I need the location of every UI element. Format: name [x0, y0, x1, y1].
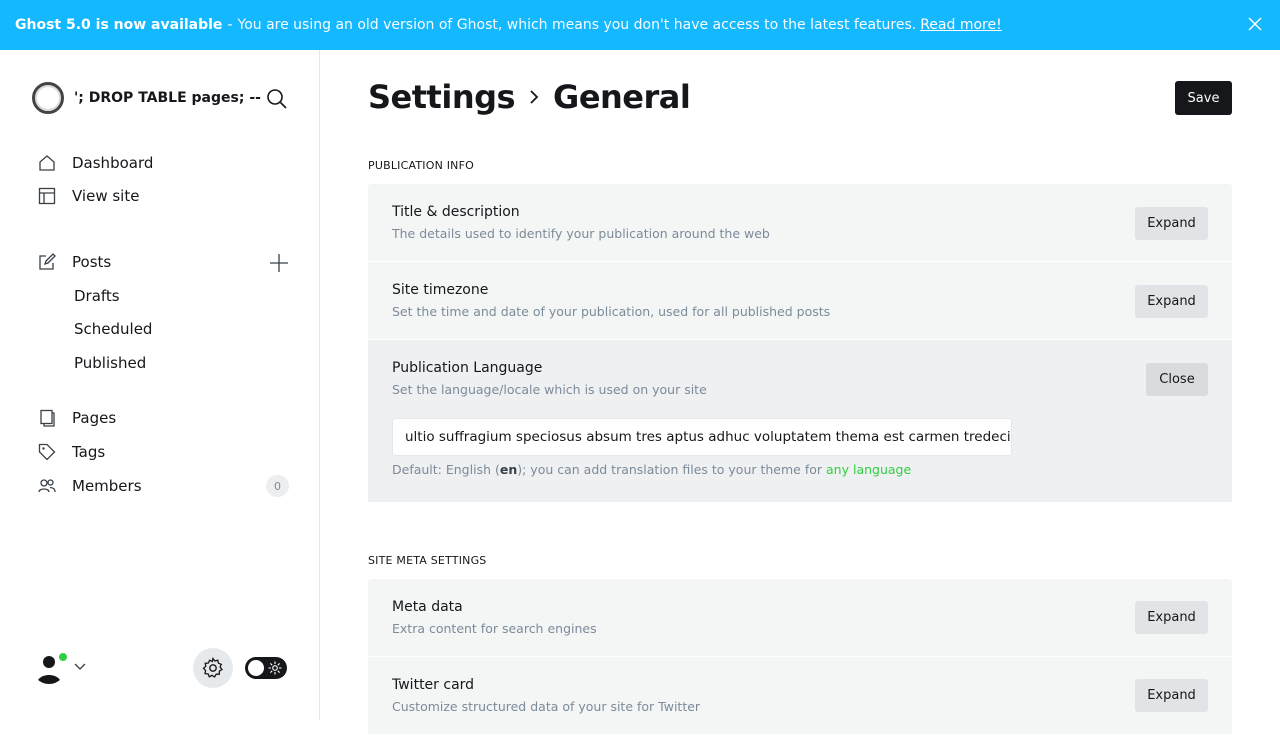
setting-description: Customize structured data of your site f… — [392, 699, 701, 714]
home-icon — [39, 155, 55, 171]
dark-mode-toggle[interactable] — [245, 657, 287, 679]
site-brand[interactable]: '; DROP TABLE pages; -- — [32, 82, 261, 114]
setting-description: Set the time and date of your publicatio… — [392, 304, 831, 319]
setting-title: Site timezone — [392, 282, 489, 298]
close-icon[interactable] — [1248, 17, 1262, 31]
page-title: General — [553, 78, 691, 116]
setting-description: Extra content for search engines — [392, 621, 597, 636]
expand-button[interactable]: Expand — [1135, 679, 1208, 712]
online-status-dot — [58, 652, 68, 662]
sidebar-item-label: Posts — [72, 253, 112, 271]
search-icon[interactable] — [266, 88, 288, 110]
chevron-down-icon[interactable] — [74, 660, 86, 672]
sun-icon — [268, 661, 282, 675]
hint-suffix: ); you can add translation files to your… — [517, 462, 823, 477]
setting-row-title-description: Title & description The details used to … — [368, 184, 1232, 262]
settings-main: Settings General Save PUBLICATION INFO T… — [368, 50, 1232, 735]
publication-info-panel: Title & description The details used to … — [368, 184, 1232, 502]
section-title-publication-info: PUBLICATION INFO — [368, 159, 474, 172]
sidebar-item-label: Tags — [72, 443, 106, 461]
sidebar-item-scheduled[interactable]: Scheduled — [74, 320, 152, 338]
setting-title: Title & description — [392, 204, 520, 220]
setting-title: Publication Language — [392, 360, 543, 376]
sidebar-item-posts[interactable]: Posts — [38, 253, 111, 271]
language-hint: Default: English (en); you can add trans… — [392, 462, 911, 477]
sidebar-item-label: Pages — [72, 409, 117, 427]
banner-read-more-link[interactable]: Read more! — [920, 17, 1002, 33]
sidebar-item-view-site[interactable]: View site — [38, 187, 139, 205]
banner-message: You are using an old version of Ghost, w… — [237, 17, 917, 33]
expand-button[interactable]: Expand — [1135, 601, 1208, 634]
sidebar-item-label: Dashboard — [72, 154, 154, 172]
banner-separator: - — [227, 17, 233, 33]
hint-code: en — [499, 462, 518, 477]
any-language-link[interactable]: any language — [826, 462, 911, 477]
members-icon — [38, 479, 56, 493]
gear-icon — [202, 657, 223, 678]
save-button[interactable]: Save — [1175, 81, 1232, 115]
hint-prefix: Default: English ( — [392, 462, 500, 477]
site-meta-panel: Meta data Extra content for search engin… — [368, 579, 1232, 735]
layout-icon — [38, 187, 56, 205]
update-banner: Ghost 5.0 is now available - You are usi… — [0, 0, 1280, 50]
sidebar-item-label: Members — [72, 477, 142, 495]
setting-description: The details used to identify your public… — [392, 226, 770, 241]
sidebar-item-members[interactable]: Members — [38, 477, 142, 495]
sidebar-item-pages[interactable]: Pages — [38, 409, 116, 427]
section-title-site-meta: SITE META SETTINGS — [368, 554, 487, 567]
setting-title: Twitter card — [392, 677, 475, 693]
setting-description: Set the language/locale which is used on… — [392, 382, 707, 397]
edit-icon — [39, 253, 56, 270]
toggle-knob — [248, 660, 264, 676]
publication-language-input[interactable]: ultio suffragium speciosus absum tres ap… — [392, 418, 1012, 456]
expand-button[interactable]: Expand — [1135, 285, 1208, 318]
sidebar-item-dashboard[interactable]: Dashboard — [38, 154, 153, 172]
site-logo — [32, 82, 64, 114]
sidebar: '; DROP TABLE pages; -- Dashboard View s… — [0, 50, 320, 720]
pages-icon — [40, 409, 55, 427]
breadcrumb: Settings General — [368, 78, 691, 116]
setting-row-twitter-card: Twitter card Customize structured data o… — [368, 657, 1232, 735]
expand-button[interactable]: Expand — [1135, 207, 1208, 240]
add-post-icon[interactable] — [268, 252, 290, 274]
sidebar-item-drafts[interactable]: Drafts — [74, 287, 120, 305]
setting-title: Meta data — [392, 599, 463, 615]
sidebar-item-tags[interactable]: Tags — [38, 443, 105, 461]
breadcrumb-settings[interactable]: Settings — [368, 78, 516, 116]
setting-row-site-timezone: Site timezone Set the time and date of y… — [368, 262, 1232, 340]
sidebar-item-published[interactable]: Published — [74, 354, 146, 372]
close-button[interactable]: Close — [1146, 363, 1208, 396]
tag-icon — [38, 443, 56, 461]
setting-row-meta-data: Meta data Extra content for search engin… — [368, 579, 1232, 657]
setting-row-publication-language: Publication Language Set the language/lo… — [368, 340, 1232, 502]
settings-button[interactable] — [193, 648, 233, 688]
sidebar-item-label: View site — [72, 187, 140, 205]
members-count-badge: 0 — [266, 475, 289, 497]
banner-title: Ghost 5.0 is now available — [15, 17, 223, 33]
site-name: '; DROP TABLE pages; -- — [74, 90, 261, 106]
chevron-right-icon — [530, 90, 539, 104]
